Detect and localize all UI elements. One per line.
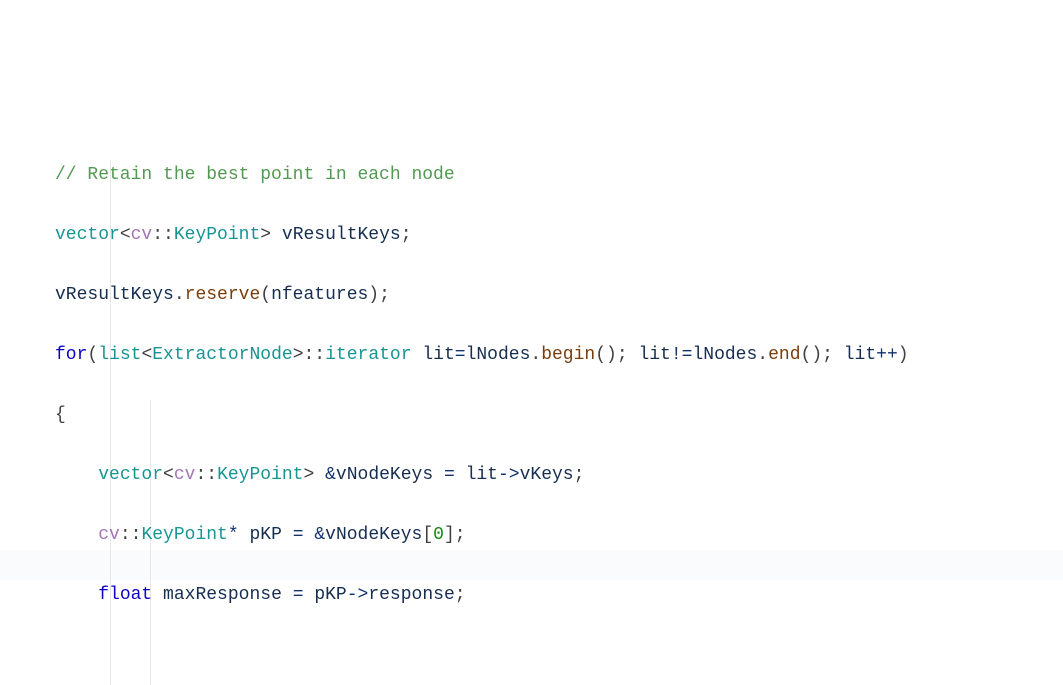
maxresponse-decl: maxResponse — [163, 585, 282, 605]
code-block: // Retain the best point in each node ve… — [0, 100, 1063, 685]
code-editor: // Retain the best point in each node ve… — [0, 0, 1063, 685]
vector-type: vector — [55, 225, 120, 245]
vnodekeys-decl: vNodeKeys — [336, 465, 433, 485]
for-keyword: for — [55, 345, 87, 365]
pkp-decl: pKP — [249, 525, 281, 545]
comment: // Retain the best point in each node — [55, 165, 455, 185]
vresultkeys-decl: vResultKeys — [282, 225, 401, 245]
brace-open: { — [55, 405, 66, 425]
